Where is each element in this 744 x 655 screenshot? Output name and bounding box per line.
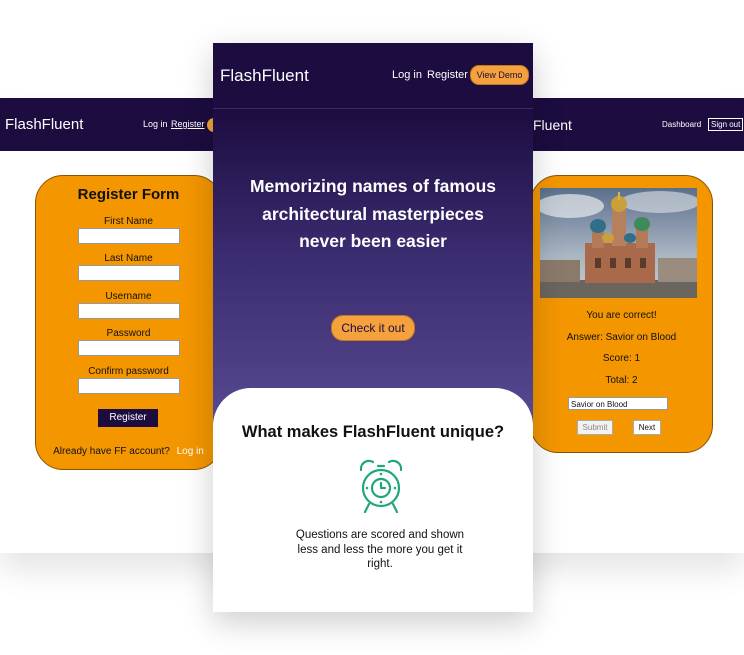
navbar: Fluent Dashboard Sign out [500, 98, 744, 151]
username-input[interactable] [78, 303, 180, 319]
sign-out-button[interactable]: Sign out [708, 118, 744, 131]
quiz-total: Total: 2 [605, 375, 638, 386]
navbar: FlashFluent Log in Register View Demo [213, 43, 533, 109]
nav-login-link[interactable]: Log in [143, 119, 168, 129]
register-button[interactable]: Register [98, 409, 158, 427]
cathedral-photo [540, 188, 697, 298]
features-section: What makes FlashFluent unique? Questions… [213, 388, 533, 612]
hero-heading: Memorizing names of famous architectural… [249, 176, 496, 251]
nav-dashboard-link[interactable]: Dashboard [662, 120, 701, 129]
login-prompt-row: Already have FF account? Log in [36, 446, 221, 457]
register-form: Register Form First Name Last Name Usern… [35, 175, 222, 470]
nav-register-link[interactable]: Register [427, 69, 468, 81]
confirm-password-label: Confirm password [88, 366, 169, 377]
last-name-input[interactable] [78, 265, 180, 281]
quiz-screen: Fluent Dashboard Sign out You are correc… [500, 98, 744, 553]
first-name-input[interactable] [78, 228, 180, 244]
feature-description: Questions are scored and shown less and … [295, 529, 465, 570]
password-label: Password [106, 328, 151, 339]
brand-logo[interactable]: FlashFluent [220, 66, 309, 86]
last-name-label: Last Name [104, 253, 153, 264]
form-title: Register Form [77, 186, 180, 203]
first-name-label: First Name [104, 216, 153, 227]
alarm-clock-icon [359, 459, 403, 514]
quiz-answer: Answer: Savior on Blood [566, 332, 677, 343]
username-label: Username [105, 291, 152, 302]
landing-screen: FlashFluent Log in Register View Demo Me… [213, 43, 533, 612]
quiz-card: You are correct! Answer: Savior on Blood… [530, 175, 713, 453]
brand-logo[interactable]: FlashFluent [5, 116, 83, 133]
next-button[interactable]: Next [633, 420, 661, 435]
submit-button[interactable]: Submit [577, 420, 613, 435]
quiz-feedback: You are correct! [586, 310, 657, 321]
navbar: FlashFluent Log in Register [0, 98, 244, 151]
features-title: What makes FlashFluent unique? [241, 423, 505, 441]
quiz-score: Score: 1 [602, 353, 641, 364]
confirm-password-input[interactable] [78, 378, 180, 394]
brand-logo[interactable]: Fluent [533, 117, 572, 133]
nav-register-link[interactable]: Register [171, 119, 205, 129]
nav-login-link[interactable]: Log in [392, 69, 422, 81]
login-link[interactable]: Log in [177, 446, 204, 457]
view-demo-button[interactable]: View Demo [470, 65, 529, 85]
answer-input[interactable]: Savior on Blood [568, 397, 668, 410]
check-it-out-button[interactable]: Check it out [331, 315, 415, 341]
password-input[interactable] [78, 340, 180, 356]
login-prompt-text: Already have FF account? [53, 446, 170, 457]
register-screen: FlashFluent Log in Register Register For… [0, 98, 244, 553]
